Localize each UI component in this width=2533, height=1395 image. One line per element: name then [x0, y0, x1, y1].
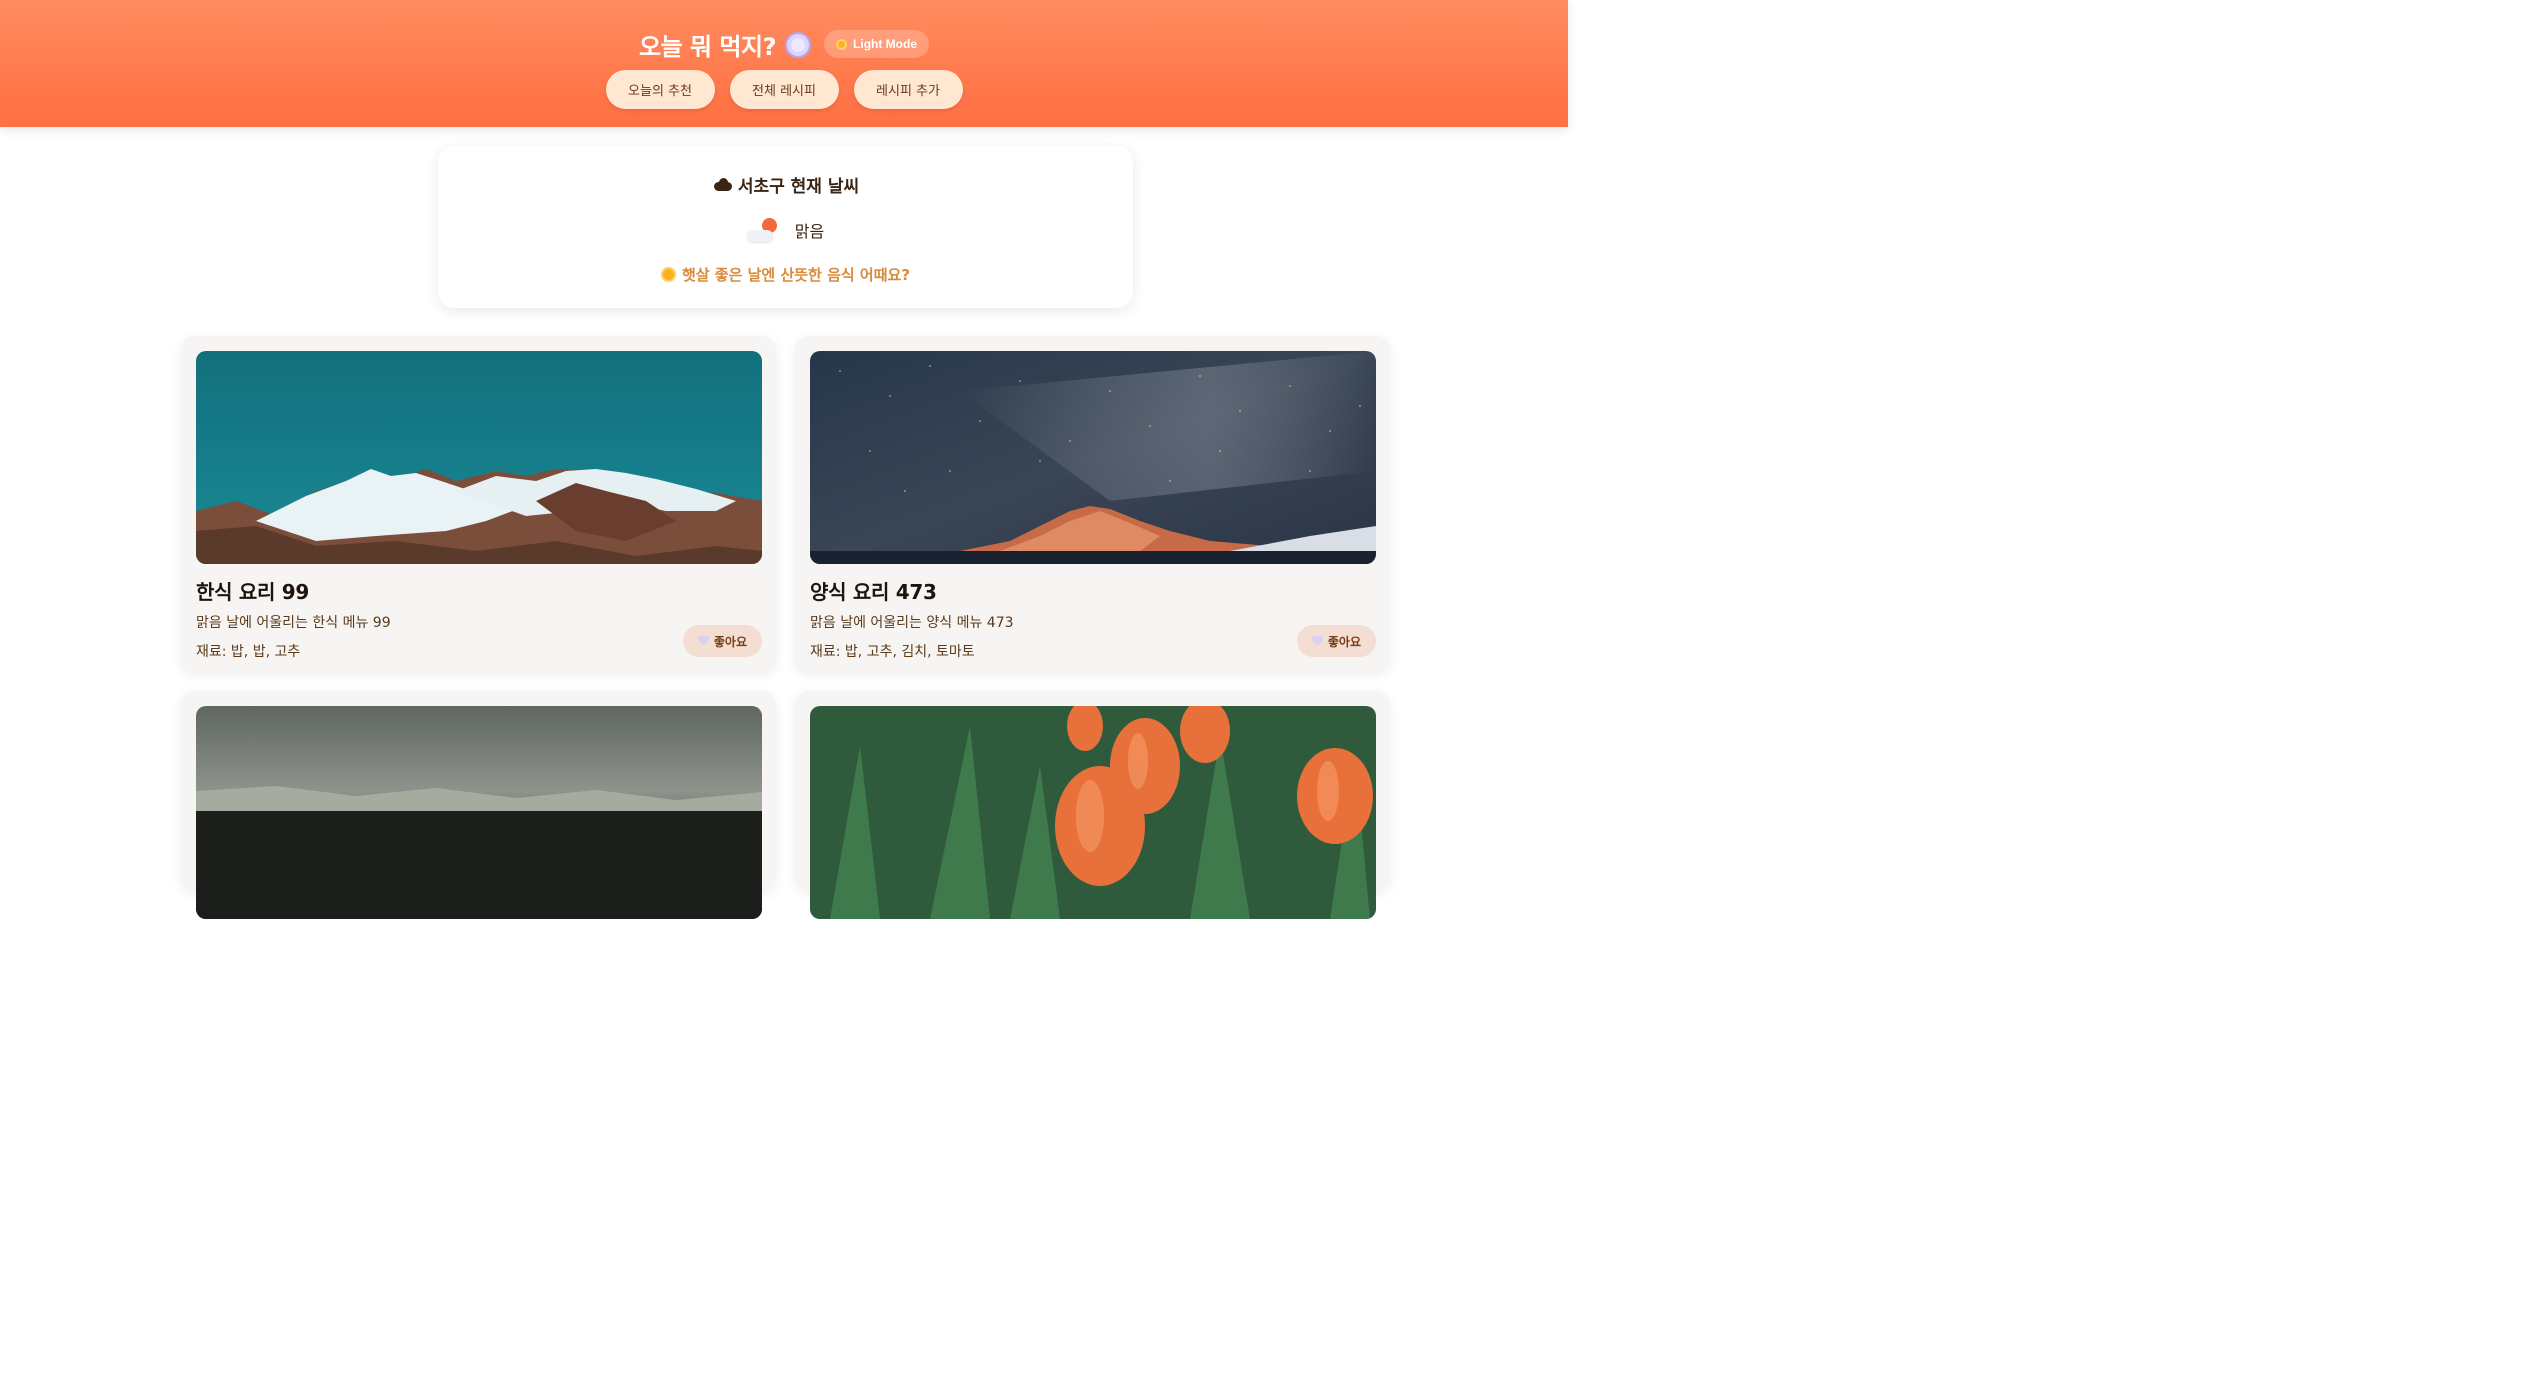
weather-tip-text: 햇살 좋은 날엔 산뜻한 음식 어때요?: [681, 266, 910, 284]
main-nav: 오늘의 추천 전체 레시피 레시피 추가: [0, 70, 1568, 109]
title-row: 오늘 뭐 먹지? Light Mode: [0, 24, 1568, 64]
app-title: 오늘 뭐 먹지?: [638, 32, 777, 61]
heart-icon: [698, 636, 709, 646]
like-button[interactable]: 좋아요: [1296, 625, 1376, 657]
nav-today-recommendation[interactable]: 오늘의 추천: [605, 70, 715, 109]
sun-icon: [660, 267, 676, 282]
recipe-name: 양식 요리 473: [810, 580, 937, 604]
weather-tip: 햇살 좋은 날엔 산뜻한 음식 어때요?: [438, 264, 1133, 285]
recipe-card[interactable]: [795, 691, 1390, 919]
weather-condition-text: 맑음: [794, 222, 825, 241]
nav-add-recipe[interactable]: 레시피 추가: [853, 70, 963, 109]
app-header: 오늘 뭐 먹지? Light Mode 오늘의 추천 전체 레시피 레시피 추가: [0, 0, 1568, 127]
plate-icon: [784, 30, 812, 58]
recipe-description: 맑음 날에 어울리는 한식 메뉴 99: [196, 615, 391, 631]
recipe-image-starry-night-mountain: [810, 351, 1376, 564]
nav-all-recipes[interactable]: 전체 레시피: [729, 70, 839, 109]
like-label: 좋아요: [713, 634, 747, 649]
weather-heading: 서초구 현재 날씨: [438, 172, 1133, 197]
recipe-ingredients: 재료: 밥, 밥, 고추: [196, 644, 301, 660]
cloud-icon: [712, 177, 732, 192]
recipe-image-snowy-mountains: [196, 351, 762, 564]
recipe-card[interactable]: 한식 요리 99 맑음 날에 어울리는 한식 메뉴 99 재료: 밥, 밥, 고…: [181, 336, 776, 672]
weather-condition: 맑음: [438, 218, 1133, 242]
recipe-description: 맑음 날에 어울리는 양식 메뉴 473: [810, 615, 1014, 631]
recipe-card[interactable]: 양식 요리 473 맑음 날에 어울리는 양식 메뉴 473 재료: 밥, 고추…: [795, 336, 1390, 672]
theme-toggle-button[interactable]: Light Mode: [824, 30, 930, 58]
weather-card: 서초구 현재 날씨 맑음 햇살 좋은 날엔 산뜻한 음식 어때요?: [438, 146, 1133, 308]
sun-behind-cloud-icon: [746, 218, 779, 242]
like-button[interactable]: 좋아요: [682, 625, 762, 657]
theme-toggle-label: Light Mode: [853, 37, 918, 51]
recipe-image-orange-tulips: [810, 706, 1376, 919]
weather-heading-text: 서초구 현재 날씨: [737, 177, 860, 197]
recipe-ingredients: 재료: 밥, 고추, 김치, 토마토: [810, 644, 975, 660]
recipe-card[interactable]: [181, 691, 776, 919]
recipe-name: 한식 요리 99: [196, 580, 309, 604]
recipe-image-frosty-field: [196, 706, 762, 919]
heart-icon: [1312, 636, 1323, 646]
sun-icon: [836, 38, 848, 50]
like-label: 좋아요: [1327, 634, 1361, 649]
